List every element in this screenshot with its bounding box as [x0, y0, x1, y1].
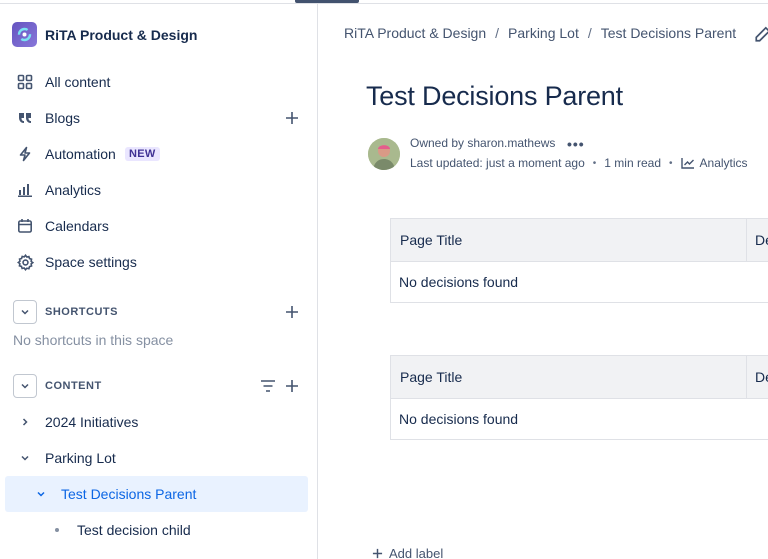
lightning-icon — [15, 144, 35, 164]
tree-item-label: Parking Lot — [45, 450, 116, 466]
breadcrumb-separator: / — [495, 25, 500, 41]
read-time: 1 min read — [604, 156, 661, 170]
breadcrumb-parking-lot[interactable]: Parking Lot — [508, 25, 579, 41]
owner-text: Owned by sharon.mathews — [410, 136, 556, 150]
page-title: Test Decisions Parent — [366, 81, 623, 111]
shortcuts-title: SHORTCUTS — [45, 306, 118, 318]
nav-label: Calendars — [45, 218, 109, 234]
nav-blogs[interactable]: Blogs — [0, 100, 318, 136]
gear-icon — [15, 252, 35, 272]
separator-dot: • — [669, 157, 673, 169]
tree-item-test-decisions-parent[interactable]: Test Decisions Parent — [5, 476, 308, 512]
page-meta: Last updated: just a moment ago • 1 min … — [410, 156, 748, 170]
analytics-link[interactable]: Analytics — [700, 156, 748, 170]
last-updated: Last updated: just a moment ago — [410, 156, 585, 170]
empty-state-text: No decisions found — [399, 411, 519, 427]
analytics-icon — [680, 158, 694, 169]
content-section-header: CONTENT — [0, 372, 318, 400]
nav-calendars[interactable]: Calendars — [0, 208, 318, 244]
grid-icon — [15, 72, 35, 92]
table-header-row: Page Title De — [391, 356, 768, 399]
add-shortcut-plus-icon[interactable] — [282, 302, 302, 322]
shortcuts-collapse-button[interactable] — [13, 300, 37, 324]
nav-label: Blogs — [45, 110, 81, 126]
content-collapse-button[interactable] — [13, 374, 37, 398]
chevron-right-icon[interactable] — [17, 414, 33, 430]
nav-analytics[interactable]: Analytics — [0, 172, 318, 208]
filter-icon[interactable] — [258, 376, 278, 396]
column-header-page-title[interactable]: Page Title — [400, 232, 462, 248]
shortcuts-empty-note: No shortcuts in this space — [13, 332, 174, 348]
new-badge: NEW — [125, 147, 160, 161]
bullet-icon — [55, 528, 59, 532]
tree-item-test-decision-child[interactable]: Test decision child — [5, 512, 308, 548]
space-logo-icon — [12, 22, 37, 47]
content-title: CONTENT — [45, 380, 102, 392]
tree-item-parking-lot[interactable]: Parking Lot — [5, 440, 308, 476]
breadcrumb: RiTA Product & Design / Parking Lot / Te… — [344, 25, 736, 41]
table-row: No decisions found — [391, 399, 768, 439]
sidebar: RiTA Product & Design All content Blogs … — [0, 4, 318, 559]
nav-label: Analytics — [45, 182, 102, 198]
add-label-button[interactable]: Add label — [372, 546, 443, 559]
nav-space-settings[interactable]: Space settings — [0, 244, 318, 280]
decisions-table: Page Title De No decisions found — [390, 218, 768, 303]
space-header[interactable]: RiTA Product & Design — [12, 22, 197, 47]
table-row: No decisions found — [391, 262, 768, 302]
column-header-decision[interactable]: De — [755, 232, 768, 248]
tree-item-label: Test Decisions Parent — [61, 486, 197, 502]
tree-item-label: Test decision child — [77, 522, 191, 538]
decisions-table: Page Title De No decisions found — [390, 355, 768, 440]
column-header-decision[interactable]: De — [755, 369, 768, 385]
more-actions-icon[interactable]: ••• — [567, 136, 585, 152]
top-tab-indicator — [295, 0, 359, 3]
shortcuts-section-header: SHORTCUTS — [0, 298, 318, 326]
nav-label: Space settings — [45, 254, 137, 270]
breadcrumb-separator: / — [587, 25, 592, 41]
chevron-down-icon[interactable] — [33, 486, 49, 502]
column-header-page-title[interactable]: Page Title — [400, 369, 462, 385]
plus-icon — [372, 548, 383, 559]
nav-all-content[interactable]: All content — [0, 64, 318, 100]
tree-item-label: 2024 Initiatives — [45, 414, 139, 430]
nav-label: All content — [45, 74, 111, 90]
nav-label: Automation — [45, 146, 116, 162]
edit-pencil-icon[interactable] — [754, 25, 768, 43]
add-content-plus-icon[interactable] — [282, 376, 302, 396]
breadcrumb-space[interactable]: RiTA Product & Design — [344, 25, 486, 41]
space-name: RiTA Product & Design — [45, 26, 198, 43]
table-header-row: Page Title De — [391, 219, 768, 262]
column-divider — [746, 356, 747, 399]
chevron-down-icon[interactable] — [17, 450, 33, 466]
add-blog-plus-icon[interactable] — [282, 108, 302, 128]
chevron-down-icon — [21, 383, 29, 389]
add-label-text: Add label — [389, 546, 444, 559]
chevron-down-icon — [21, 309, 29, 315]
nav-automation[interactable]: Automation NEW — [0, 136, 318, 172]
breadcrumb-current-page[interactable]: Test Decisions Parent — [601, 25, 736, 41]
calendar-icon — [15, 216, 35, 236]
tree-item-2024-initiatives[interactable]: 2024 Initiatives — [5, 404, 308, 440]
separator-dot: • — [592, 157, 597, 169]
column-divider — [746, 219, 747, 262]
avatar[interactable] — [368, 138, 400, 170]
empty-state-text: No decisions found — [399, 274, 519, 290]
quote-icon — [15, 108, 35, 128]
bar-chart-icon — [15, 180, 35, 200]
